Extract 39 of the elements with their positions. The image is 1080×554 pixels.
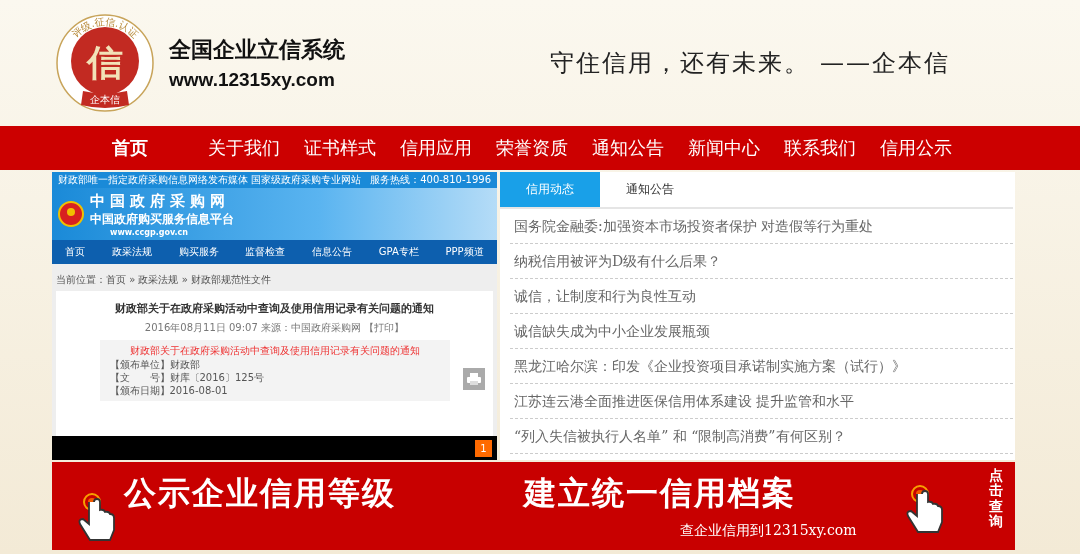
slide-logo-subtitle: 中国政府购买服务信息平台 [90,210,234,228]
news-link[interactable]: 纳税信用被评为D级有什么后果？ [510,244,1013,279]
seal-logo-drawing: 评级.征信.认证 信 企本信 [55,13,155,113]
site-url: www.12315xy.com [169,69,336,91]
slide-document-field: 【文 号】财库〔2016〕125号 [109,372,265,384]
emblem-icon [58,201,84,227]
news-link[interactable]: “列入失信被执行人名单” 和 “限制高消费”有何区别？ [510,419,1013,454]
promo-banner[interactable]: 公示企业信用等级 建立统一信用档案 查企业信用到12315xy.com 点击查询 [52,462,1015,550]
nav-link[interactable]: 首页 [100,136,160,160]
site-name: 全国企业立信系统 [169,36,345,64]
printer-icon [463,368,485,390]
banner-subtitle: 查企业信用到12315xy.com [680,522,857,540]
nav-link[interactable]: 关于我们 [196,136,292,160]
slide-tagline: 财政部唯一指定政府采购信息网络发布媒体 国家级政府采购专业网站 [58,174,362,186]
slide-logo-title: 中国政府采购网 [90,191,231,211]
query-link[interactable]: 点击查询 [989,468,1003,530]
slide-hotline: 服务热线：400-810-1996 [370,174,491,186]
slide-document-field: 【颁布单位】财政部 [109,359,200,371]
nav-link[interactable]: 信用应用 [388,136,484,160]
nav-link[interactable]: 通知公告 [580,136,676,160]
slide-article-meta: 2016年08月11日 09:07 来源：中国政府采购网 【打印】 [144,322,405,334]
slide-document-title: 财政部关于在政府采购活动中查询及使用信用记录有关问题的通知 [129,344,420,358]
slide-article-title: 财政部关于在政府采购活动中查询及使用信用记录有关问题的通知 [115,301,434,316]
nav-link[interactable]: 证书样式 [292,136,388,160]
news-link[interactable]: 诚信，让制度和行为良性互动 [510,279,1013,314]
slide-breadcrumb: 当前位置：首页 » 政采法规 » 财政部规范性文件 [56,274,271,285]
nav-link[interactable]: 荣誉资质 [484,136,580,160]
news-link[interactable]: 江苏连云港全面推进医保信用体系建设 提升监管和水平 [510,384,1013,419]
news-link[interactable]: 国务院金融委:加强资本市场投资者保护 对造假等行为重处 [510,209,1013,244]
nav-link[interactable]: 联系我们 [772,136,868,160]
nav-link[interactable]: 新闻中心 [676,136,772,160]
slide-logo-url: www.ccgp.gov.cn [110,227,189,237]
news-link[interactable]: 黑龙江哈尔滨：印发《企业投资项目承诺制实施方案（试行）》 [510,349,1013,384]
nav-link[interactable]: 信用公示 [868,136,964,160]
news-link[interactable]: 诚信缺失成为中小企业发展瓶颈 [510,314,1013,349]
slide-document-field: 【颁布日期】2016-08-01 [109,385,228,397]
banner-headline: 建立统一信用档案 [524,473,796,514]
slogan: 守住信用，还有未来。 ——企本信 [550,48,950,79]
banner-headline: 公示企业信用等级 [124,473,396,514]
